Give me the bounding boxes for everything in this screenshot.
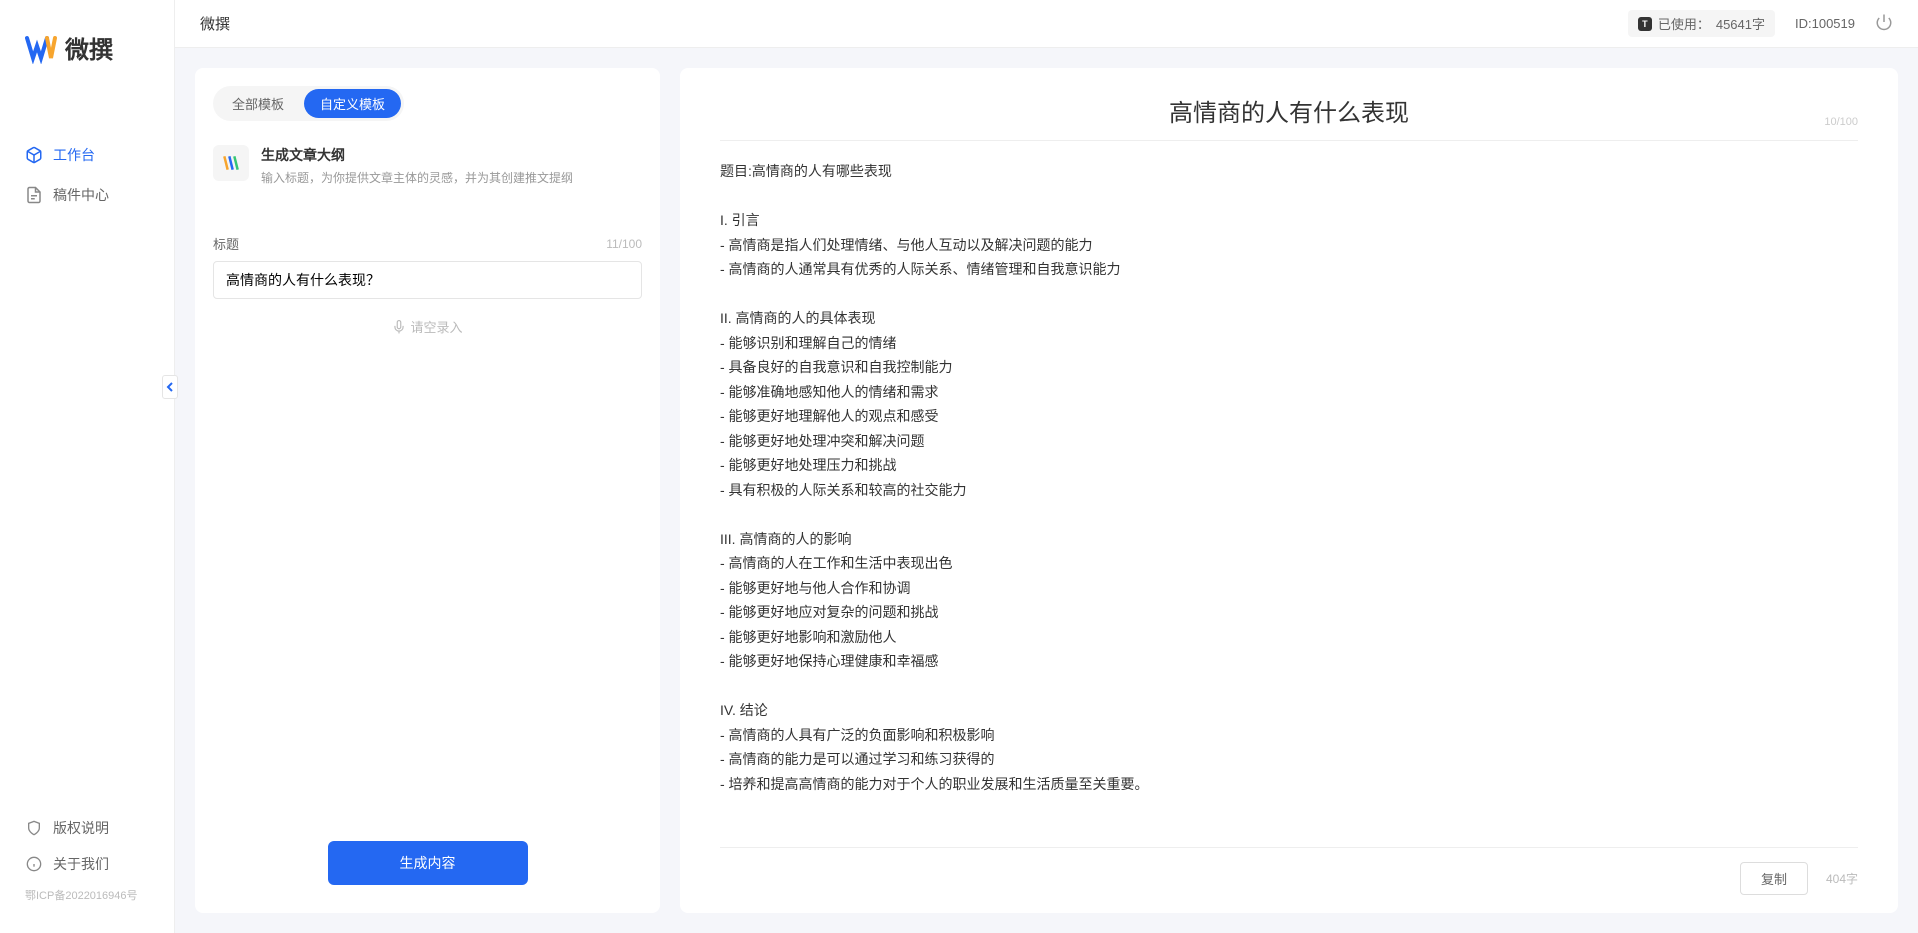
nav-copyright[interactable]: 版权说明: [0, 810, 174, 846]
main: 微撰 T 已使用： 45641字 ID:100519 全部模板 自定义模板: [175, 0, 1918, 933]
sidebar-footer: 版权说明 关于我们 鄂ICP备2022016946号: [0, 810, 174, 933]
nav-about[interactable]: 关于我们: [0, 846, 174, 882]
output-footer: 复制 404字: [720, 847, 1858, 895]
logo-icon: [25, 32, 57, 64]
usage-badge: T 已使用： 45641字: [1628, 10, 1775, 37]
form-label-row: 标题 11/100: [213, 234, 642, 253]
panel-left: 全部模板 自定义模板 生成文章大纲 输入标题，为你提供文章主体的灵感，并为其创建…: [195, 68, 660, 913]
form-counter: 11/100: [606, 237, 642, 251]
box-icon: [25, 146, 43, 164]
template-card: 生成文章大纲 输入标题，为你提供文章主体的灵感，并为其创建推文提纲: [213, 139, 642, 204]
output-body: 题目:高情商的人有哪些表现 I. 引言 - 高情商是指人们处理情绪、与他人互动以…: [720, 159, 1858, 837]
logo-text: 微撰: [65, 30, 113, 65]
copy-button[interactable]: 复制: [1740, 862, 1808, 895]
tab-custom-templates[interactable]: 自定义模板: [304, 89, 401, 118]
tab-all-templates[interactable]: 全部模板: [216, 89, 300, 118]
usage-label: 已使用：: [1658, 14, 1710, 33]
chevron-left-icon: [166, 382, 174, 392]
mic-icon: [392, 320, 406, 334]
content: 全部模板 自定义模板 生成文章大纲 输入标题，为你提供文章主体的灵感，并为其创建…: [175, 48, 1918, 933]
header: 微撰 T 已使用： 45641字 ID:100519: [175, 0, 1918, 48]
template-info: 生成文章大纲 输入标题，为你提供文章主体的灵感，并为其创建推文提纲: [261, 145, 573, 186]
generate-button[interactable]: 生成内容: [328, 841, 528, 885]
header-title: 微撰: [200, 13, 230, 34]
info-icon: [25, 855, 43, 873]
nav-workbench[interactable]: 工作台: [0, 135, 174, 175]
shield-icon: [25, 819, 43, 837]
usage-value: 45641字: [1716, 14, 1765, 33]
power-icon[interactable]: [1875, 13, 1893, 34]
form-section: 标题 11/100: [213, 234, 642, 299]
template-desc: 输入标题，为你提供文章主体的灵感，并为其创建推文提纲: [261, 169, 573, 186]
nav-label: 稿件中心: [53, 185, 109, 205]
panel-right: 高情商的人有什么表现 10/100 题目:高情商的人有哪些表现 I. 引言 - …: [680, 68, 1898, 913]
collapse-handle[interactable]: [162, 375, 178, 399]
output-header: 高情商的人有什么表现 10/100: [720, 93, 1858, 141]
user-id: ID:100519: [1795, 16, 1855, 31]
output-title: 高情商的人有什么表现: [1169, 93, 1409, 128]
voice-hint-text: 请空录入: [410, 317, 462, 336]
header-right: T 已使用： 45641字 ID:100519: [1628, 10, 1893, 37]
char-count: 404字: [1826, 870, 1858, 887]
nav-label: 关于我们: [53, 854, 109, 874]
output-title-counter: 10/100: [1824, 116, 1858, 128]
logo: 微撰: [0, 0, 174, 85]
voice-hint[interactable]: 请空录入: [213, 299, 642, 354]
nav: 工作台 稿件中心: [0, 85, 174, 810]
form-label: 标题: [213, 234, 239, 253]
nav-drafts[interactable]: 稿件中心: [0, 175, 174, 215]
doc-icon: [25, 186, 43, 204]
nav-label: 工作台: [53, 145, 95, 165]
nav-label: 版权说明: [53, 818, 109, 838]
title-input[interactable]: [213, 261, 642, 299]
icp-text: 鄂ICP备2022016946号: [0, 882, 174, 913]
template-icon: [213, 145, 249, 181]
tabs: 全部模板 自定义模板: [213, 86, 404, 121]
sidebar: 微撰 工作台 稿件中心 版权说明: [0, 0, 175, 933]
text-badge-icon: T: [1638, 17, 1652, 31]
template-title: 生成文章大纲: [261, 145, 573, 165]
